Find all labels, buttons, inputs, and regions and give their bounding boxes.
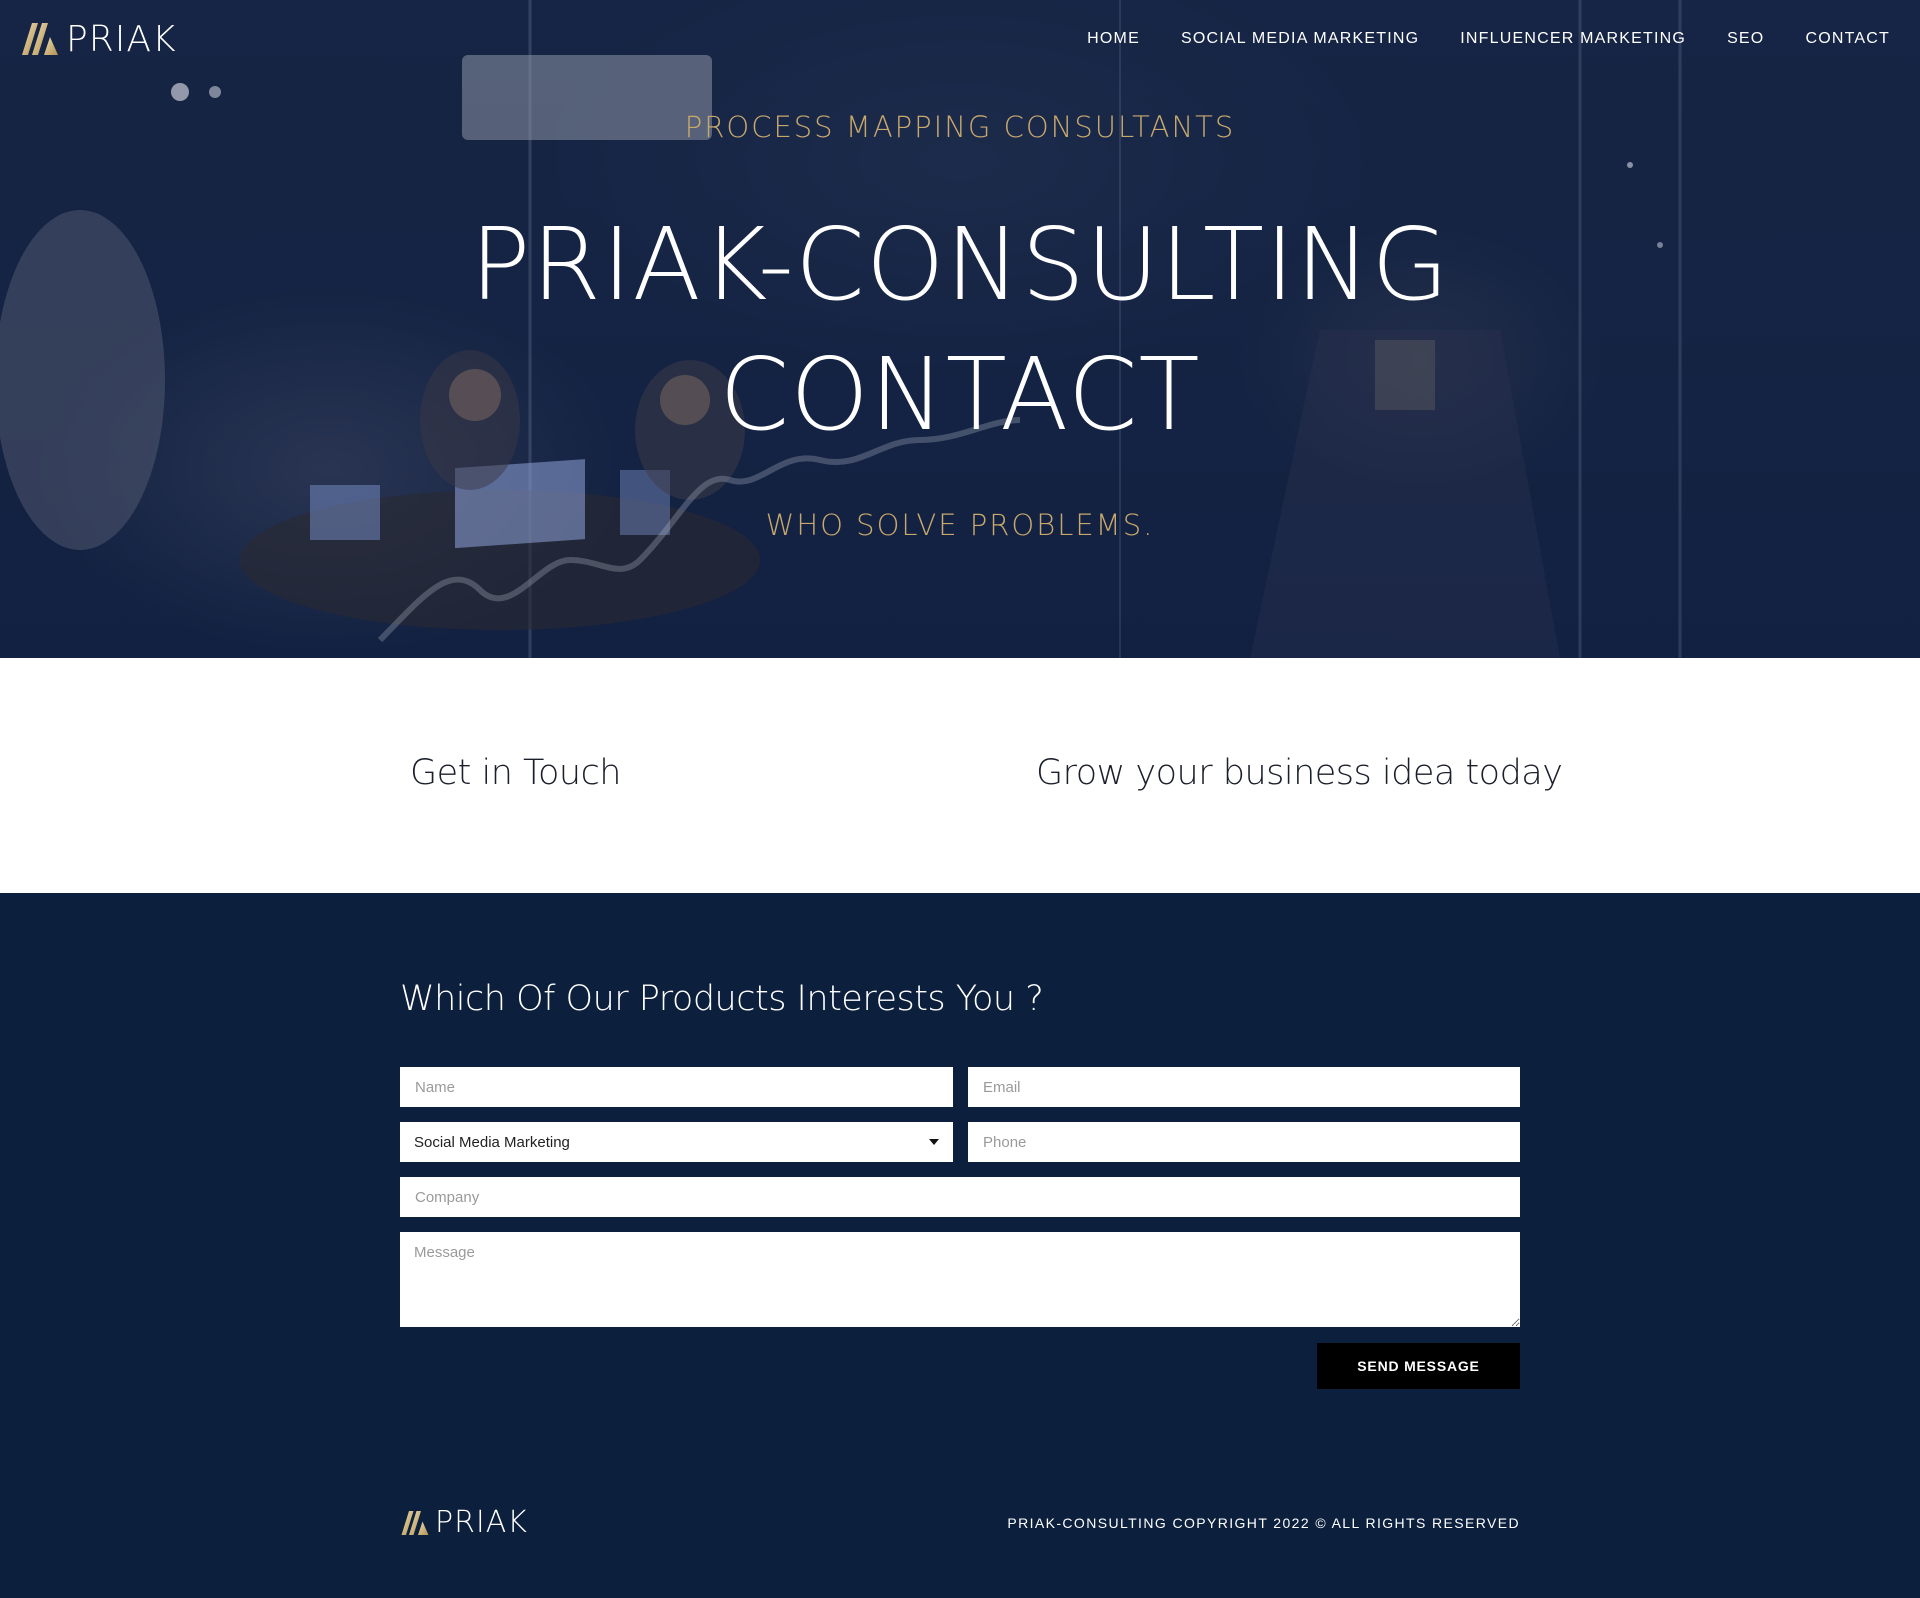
nav-item-contact: CONTACT [1805,30,1890,48]
nav-link-social-media-marketing[interactable]: SOCIAL MEDIA MARKETING [1181,30,1419,47]
site-logo[interactable]: PRIAK [20,19,177,60]
message-textarea[interactable] [400,1232,1520,1327]
email-input[interactable] [968,1067,1520,1107]
form-heading: Which Of Our Products Interests You ? [400,979,1044,1019]
footer-logo-mark-icon [401,1510,429,1535]
nav-item-social-media-marketing: SOCIAL MEDIA MARKETING [1181,30,1419,48]
phone-input[interactable] [968,1122,1520,1162]
name-input[interactable] [400,1067,953,1107]
contact-form-section: Which Of Our Products Interests You ? So… [0,893,1920,1598]
send-message-button[interactable]: SEND MESSAGE [1317,1343,1520,1389]
logo-wordmark: PRIAK [66,18,177,60]
hero-title-line2: CONTACT [719,336,1201,453]
product-select[interactable]: Social Media Marketing [400,1122,953,1162]
hero-content: PROCESS MAPPING CONSULTANTS PRIAK-CONSUL… [0,0,1920,658]
hero-section: PRIAK HOME SOCIAL MEDIA MARKETING INFLUE… [0,0,1920,658]
hero-title-line1: PRIAK-CONSULTING [470,206,1450,323]
nav-link-influencer-marketing[interactable]: INFLUENCER MARKETING [1460,30,1686,47]
get-in-touch-heading: Get in Touch [410,753,622,793]
footer-logo-wordmark: PRIAK [435,1505,528,1540]
nav-link-home[interactable]: HOME [1087,30,1140,47]
footer-logo[interactable]: PRIAK [400,1505,528,1540]
nav-item-home: HOME [1087,30,1140,48]
hero-eyebrow: PROCESS MAPPING CONSULTANTS [684,110,1236,144]
nav-item-seo: SEO [1727,30,1764,48]
caret-down-icon [929,1139,939,1145]
copyright-text: PRIAK-CONSULTING COPYRIGHT 2022 © ALL RI… [1007,1515,1520,1531]
top-navigation-bar: PRIAK HOME SOCIAL MEDIA MARKETING INFLUE… [0,0,1920,78]
main-navigation: HOME SOCIAL MEDIA MARKETING INFLUENCER M… [1087,30,1890,48]
hero-title: PRIAK-CONSULTING CONTACT [0,200,1920,460]
grow-business-heading: Grow your business idea today [1036,753,1563,793]
company-input[interactable] [400,1177,1520,1217]
nav-item-influencer-marketing: INFLUENCER MARKETING [1460,30,1686,48]
intro-section: Get in Touch Grow your business idea tod… [0,658,1920,893]
logo-mark-icon [22,23,58,55]
product-select-value: Social Media Marketing [414,1133,570,1151]
nav-link-contact[interactable]: CONTACT [1805,30,1890,47]
nav-link-seo[interactable]: SEO [1727,30,1764,47]
hero-subtitle: WHO SOLVE PROBLEMS. [765,508,1155,542]
